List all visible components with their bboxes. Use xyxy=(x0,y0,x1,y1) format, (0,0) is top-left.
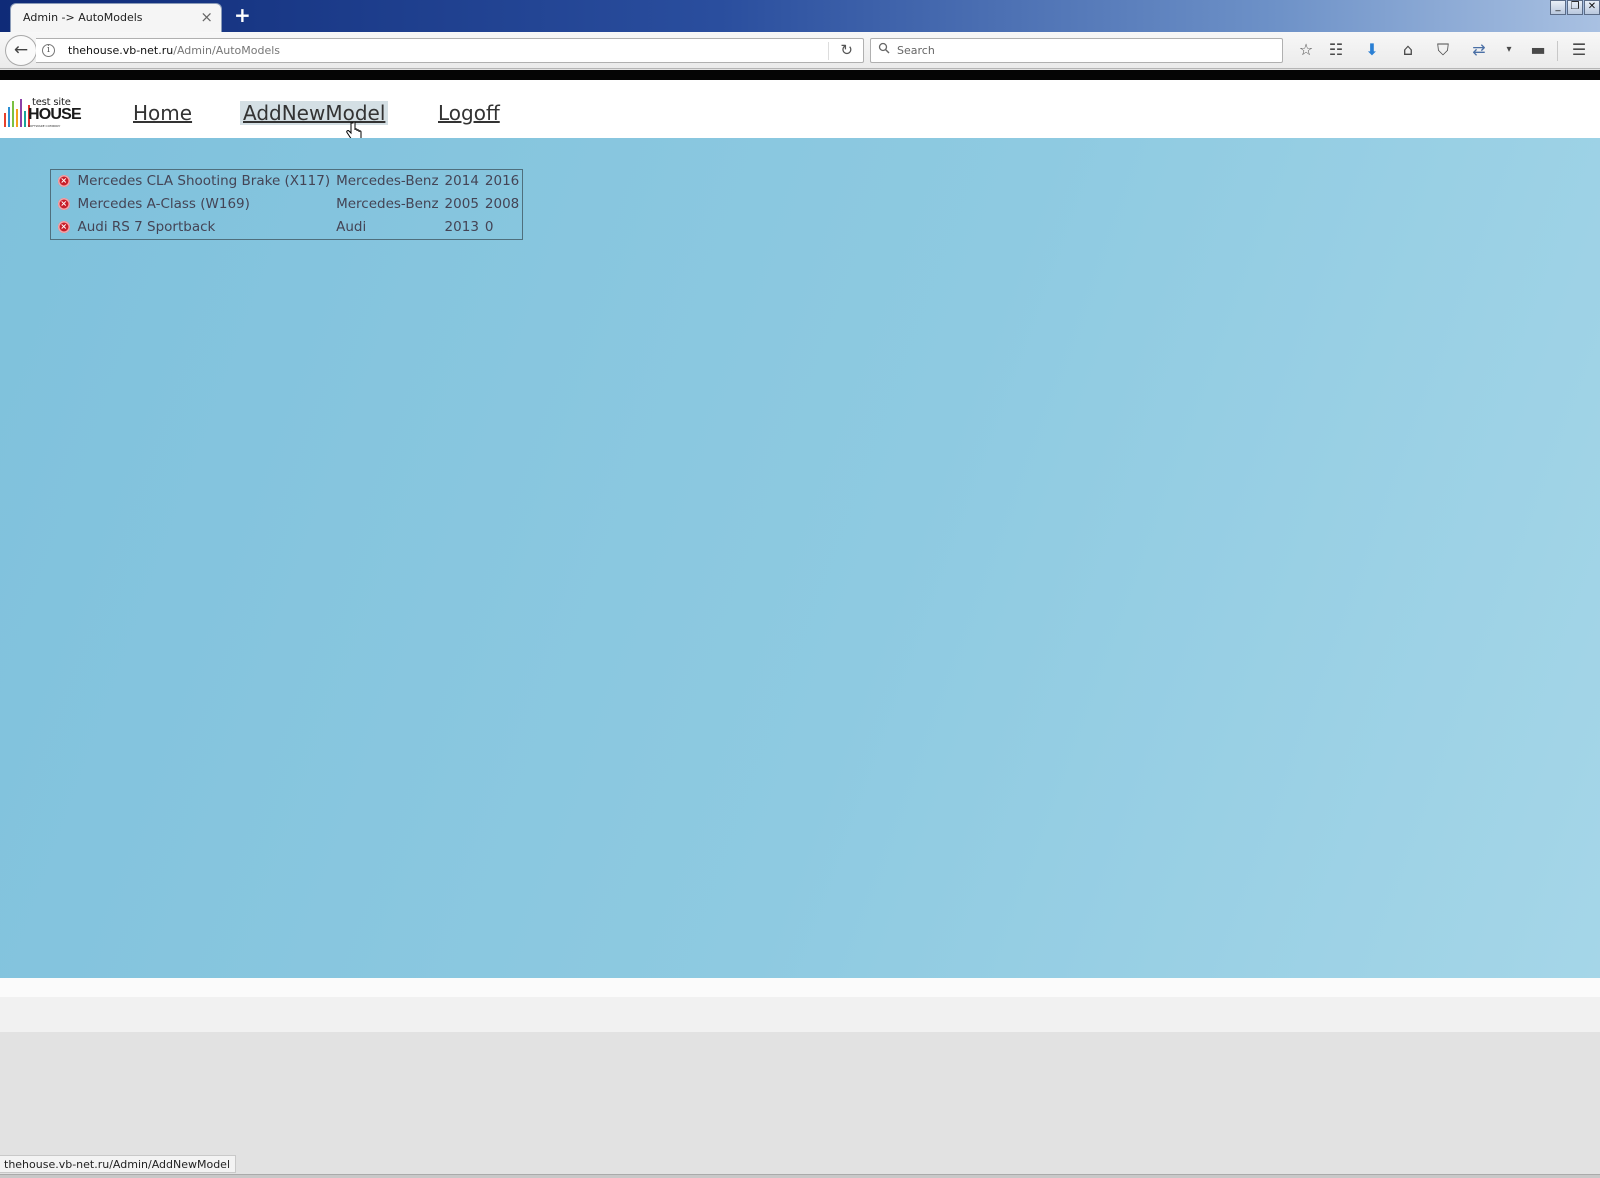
model-brand-cell: Audi xyxy=(336,219,367,235)
auto-models-table: × Mercedes CLA Shooting Brake (X117) Merce… xyxy=(50,169,524,240)
delete-icon[interactable]: × xyxy=(57,198,70,210)
browser-titlebar: Admin -> AutoModels × + _ ❐ ✕ xyxy=(0,0,1600,32)
toolbar-divider xyxy=(1557,41,1558,61)
address-bar[interactable]: i thehouse.vb-net.ru/Admin/AutoModels ↻ xyxy=(36,38,864,63)
model-year-to-cell: 0 xyxy=(484,219,494,235)
delete-cell: × xyxy=(51,170,75,194)
table-row: × Mercedes A-Class (W169) Mercedes-Benz 200… xyxy=(51,193,523,216)
close-window-button[interactable]: ✕ xyxy=(1584,0,1600,15)
model-year-to-cell: 2008 xyxy=(484,196,520,212)
model-year-to-cell: 2016 xyxy=(484,173,520,189)
tab-close-icon[interactable]: × xyxy=(200,8,213,26)
page-top-bar xyxy=(0,70,1600,80)
footer xyxy=(0,997,1600,1032)
pocket-icon[interactable]: ⛉ xyxy=(1432,39,1454,61)
url-host: thehouse.vb-net.ru xyxy=(68,44,174,57)
model-name-cell: Mercedes A-Class (W169) xyxy=(77,196,250,212)
reload-icon[interactable]: ↻ xyxy=(840,41,853,59)
tab-title: Admin -> AutoModels xyxy=(23,11,143,24)
back-arrow-icon: ← xyxy=(13,40,29,60)
delete-icon[interactable]: × xyxy=(57,175,70,187)
model-year-from-cell: 2014 xyxy=(444,173,479,189)
back-button[interactable]: ← xyxy=(5,35,37,66)
delete-cell: × xyxy=(51,193,75,216)
search-input[interactable] xyxy=(897,42,1277,59)
model-year-from-cell: 2013 xyxy=(444,219,479,235)
site-nav: Home AddNewModel Logoff xyxy=(0,80,1600,138)
menu-icon[interactable]: ☰ xyxy=(1568,39,1590,61)
main-content: × Mercedes CLA Shooting Brake (X117) Merce… xyxy=(0,138,1600,978)
new-tab-button[interactable]: + xyxy=(234,3,251,27)
home-icon[interactable]: ⌂ xyxy=(1397,39,1419,61)
reading-list-icon[interactable]: ☷ xyxy=(1325,39,1347,61)
sync-icon[interactable]: ⇄ xyxy=(1468,39,1490,61)
minimize-button[interactable]: _ xyxy=(1550,0,1566,15)
delete-cell: × xyxy=(51,216,75,240)
model-name-cell: Mercedes CLA Shooting Brake (X117) xyxy=(77,173,331,189)
table-row: × Audi RS 7 Sportback Audi 2013 0 xyxy=(51,216,523,240)
search-bar[interactable] xyxy=(870,38,1283,63)
url-divider xyxy=(828,42,829,60)
model-brand-cell: Mercedes-Benz xyxy=(336,196,439,212)
restore-button[interactable]: ❐ xyxy=(1567,0,1583,15)
star-icon[interactable]: ☆ xyxy=(1295,39,1317,61)
download-icon[interactable]: ⬇ xyxy=(1361,39,1383,61)
nav-add-new-model-link[interactable]: AddNewModel xyxy=(240,101,389,125)
url-path: /Admin/AutoModels xyxy=(173,44,281,57)
chat-icon[interactable]: ▬ xyxy=(1527,39,1549,61)
taskbar-strip xyxy=(0,1174,1600,1178)
window-controls: _ ❐ ✕ xyxy=(1550,0,1600,15)
browser-tab-active[interactable]: Admin -> AutoModels × xyxy=(10,3,222,32)
search-icon xyxy=(878,42,890,54)
browser-navbar: ← i thehouse.vb-net.ru/Admin/AutoModels … xyxy=(0,32,1600,69)
delete-icon[interactable]: × xyxy=(57,221,70,233)
nav-home-link[interactable]: Home xyxy=(130,101,195,125)
table-row: × Mercedes CLA Shooting Brake (X117) Merce… xyxy=(51,170,523,194)
nav-logoff-link[interactable]: Logoff xyxy=(435,101,503,125)
footer-spacer xyxy=(0,978,1600,997)
model-brand-cell: Mercedes-Benz xyxy=(336,173,439,189)
site-header: test site HOUSE SOFTWARE COMPANY Home Ad… xyxy=(0,80,1600,138)
model-year-from-cell: 2005 xyxy=(444,196,479,212)
site-info-icon[interactable]: i xyxy=(42,44,55,57)
model-name-cell: Audi RS 7 Sportback xyxy=(77,219,216,235)
status-bar: thehouse.vb-net.ru/Admin/AddNewModel xyxy=(0,1155,237,1173)
url-text[interactable]: thehouse.vb-net.ru/Admin/AutoModels xyxy=(68,44,280,57)
dropdown-icon[interactable]: ▾ xyxy=(1498,39,1520,61)
